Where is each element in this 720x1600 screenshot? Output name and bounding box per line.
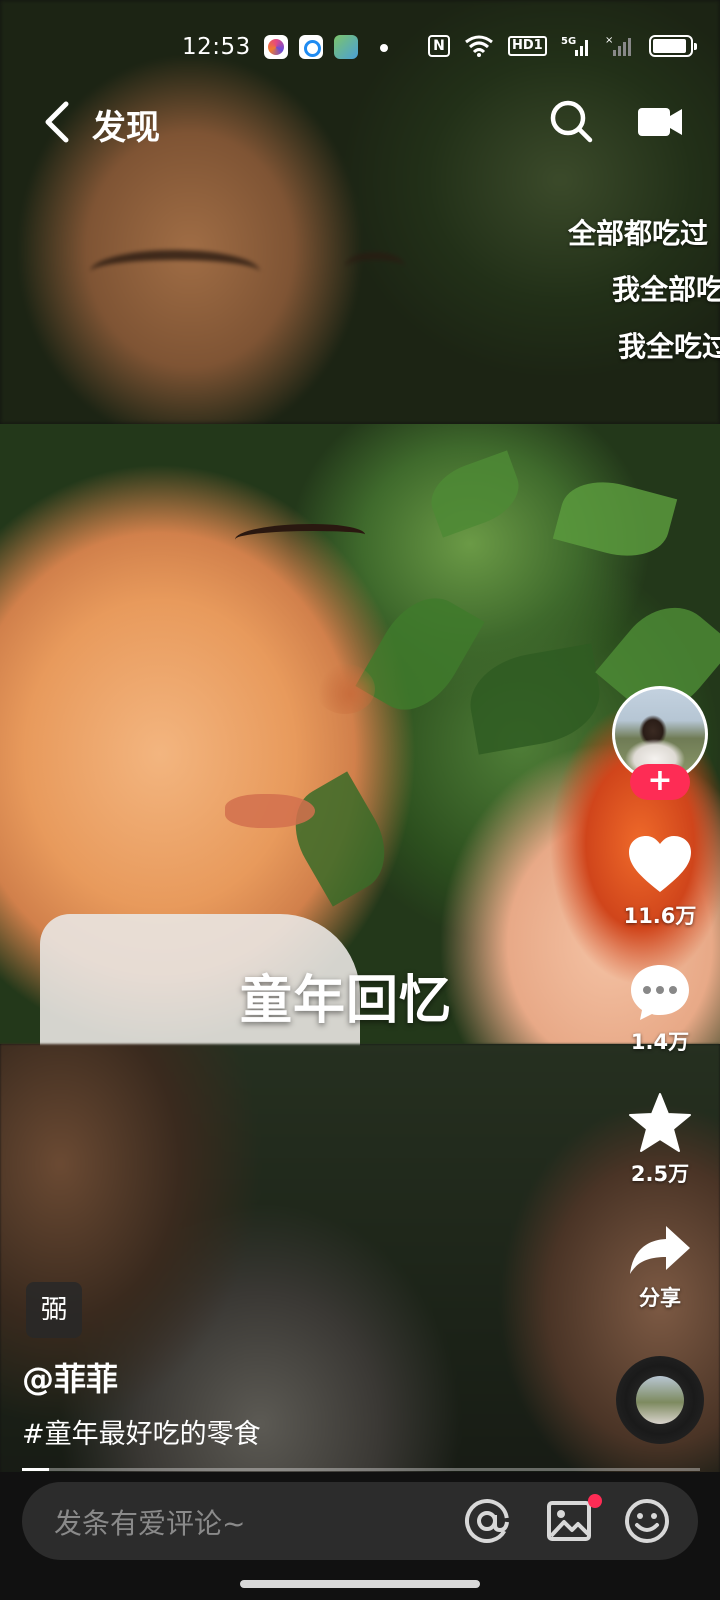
favorite-count: 2.5万	[630, 1162, 690, 1186]
signal-5g-icon: 5G	[561, 36, 588, 56]
hd-voice-icon: HD1	[508, 36, 547, 56]
danmu-comment: 我全部吃	[612, 273, 720, 306]
share-label: 分享	[639, 1286, 681, 1310]
home-indicator[interactable]	[240, 1580, 480, 1588]
video-detail	[463, 643, 607, 755]
video-detail	[235, 524, 365, 550]
playback-progress-bar[interactable]	[22, 1468, 700, 1471]
star-icon	[629, 1093, 691, 1152]
music-cover	[636, 1376, 684, 1424]
video-tag-badge[interactable]: 弼	[26, 1282, 82, 1338]
comment-bar[interactable]: 发条有爱评论~	[22, 1482, 698, 1560]
video-detail	[345, 252, 405, 282]
at-sign-icon[interactable]	[462, 1496, 512, 1546]
video-detail	[277, 771, 403, 907]
comment-button[interactable]: 1.4万	[612, 962, 708, 1056]
more-notifications-dot	[380, 44, 388, 52]
wifi-icon	[465, 35, 493, 57]
like-button[interactable]: 11.6万	[612, 834, 708, 930]
battery-icon	[648, 35, 697, 57]
image-icon[interactable]	[544, 1496, 594, 1546]
comment-input[interactable]: 发条有爱评论~	[54, 1502, 245, 1542]
share-button[interactable]: 分享	[612, 1222, 708, 1312]
comment-bubble-icon	[631, 965, 689, 1020]
emoji-icon[interactable]	[622, 1496, 672, 1546]
video-detail	[225, 794, 315, 828]
video-detail	[355, 582, 485, 726]
video-detail	[552, 470, 678, 568]
search-app-notification-icon	[299, 35, 323, 59]
video-subtitle: 童年回忆	[240, 971, 453, 1031]
favorite-button[interactable]: 2.5万	[612, 1092, 708, 1188]
app-notification-icon	[264, 35, 288, 59]
nfc-icon: N	[428, 35, 450, 57]
share-arrow-icon	[630, 1226, 690, 1274]
back-icon[interactable]	[38, 98, 78, 146]
status-bar: 12:53 N HD1 5G ×	[0, 28, 720, 68]
heart-icon	[629, 836, 691, 892]
video-description[interactable]: #童年最好吃的零食	[22, 1412, 261, 1451]
bottom-comment-area: 发条有爱评论~	[0, 1472, 720, 1600]
video-camera-icon[interactable]	[636, 102, 684, 142]
image-notification-dot	[588, 1494, 602, 1508]
game-notification-icon	[334, 35, 358, 59]
author-name[interactable]: @菲菲	[22, 1354, 118, 1400]
video-detail	[90, 250, 260, 294]
search-icon[interactable]	[548, 98, 594, 144]
danmu-comment: 全部都吃过	[568, 217, 709, 250]
video-detail	[315, 664, 375, 714]
notification-icons	[264, 35, 358, 59]
danmu-comment: 我全吃过	[618, 330, 720, 363]
status-time: 12:53	[182, 34, 251, 60]
svg-text:×: ×	[605, 35, 613, 46]
system-icons: N HD1 5G ×	[428, 34, 697, 58]
network-label: 5G	[561, 36, 576, 47]
comment-count: 1.4万	[630, 1030, 690, 1054]
follow-button[interactable]: +	[630, 764, 690, 800]
music-disc[interactable]	[616, 1356, 704, 1444]
top-navigation: 发现	[0, 92, 720, 152]
video-detail	[422, 450, 528, 538]
page-title: 发现	[92, 108, 160, 148]
playback-progress-fill	[22, 1468, 50, 1471]
like-count: 11.6万	[623, 904, 697, 928]
signal-icon: ×	[605, 35, 631, 56]
